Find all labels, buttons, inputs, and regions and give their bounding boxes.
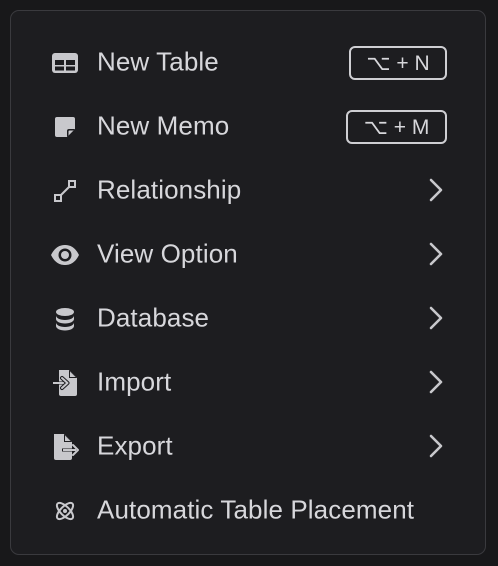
chevron-right-icon	[429, 434, 443, 458]
menu-item-import[interactable]: Import	[11, 354, 485, 410]
shortcut-badge: ⌥ + M	[346, 110, 447, 144]
chevron-right-icon	[429, 242, 443, 266]
menu-item-label: View Option	[97, 238, 238, 269]
chevron-right-icon	[429, 306, 443, 330]
menu-item-label: Automatic Table Placement	[97, 494, 415, 525]
menu-item-database[interactable]: Database	[11, 290, 485, 346]
import-icon	[50, 368, 80, 398]
menu-item-label: New Table	[97, 46, 219, 77]
context-menu: New Table ⌥ + N New Memo ⌥ + M Relations…	[10, 10, 486, 555]
relationship-icon	[50, 176, 80, 206]
chevron-right-icon	[429, 178, 443, 202]
menu-item-new-table[interactable]: New Table ⌥ + N	[11, 34, 485, 90]
menu-item-automatic-table-placement[interactable]: Automatic Table Placement	[11, 482, 485, 538]
eye-icon	[50, 240, 80, 270]
table-icon	[50, 48, 80, 78]
menu-item-view-option[interactable]: View Option	[11, 226, 485, 282]
menu-item-relationship[interactable]: Relationship	[11, 162, 485, 218]
export-icon	[50, 432, 80, 462]
menu-item-label: Relationship	[97, 174, 242, 205]
chevron-right-icon	[429, 370, 443, 394]
shortcut-badge: ⌥ + N	[349, 46, 447, 80]
menu-item-export[interactable]: Export	[11, 418, 485, 474]
menu-item-label: New Memo	[97, 110, 230, 141]
memo-icon	[50, 112, 80, 142]
database-icon	[50, 304, 80, 334]
menu-item-label: Database	[97, 302, 210, 333]
menu-item-label: Export	[97, 430, 173, 461]
atom-icon	[50, 496, 80, 526]
menu-item-label: Import	[97, 366, 172, 397]
menu-item-new-memo[interactable]: New Memo ⌥ + M	[11, 98, 485, 154]
